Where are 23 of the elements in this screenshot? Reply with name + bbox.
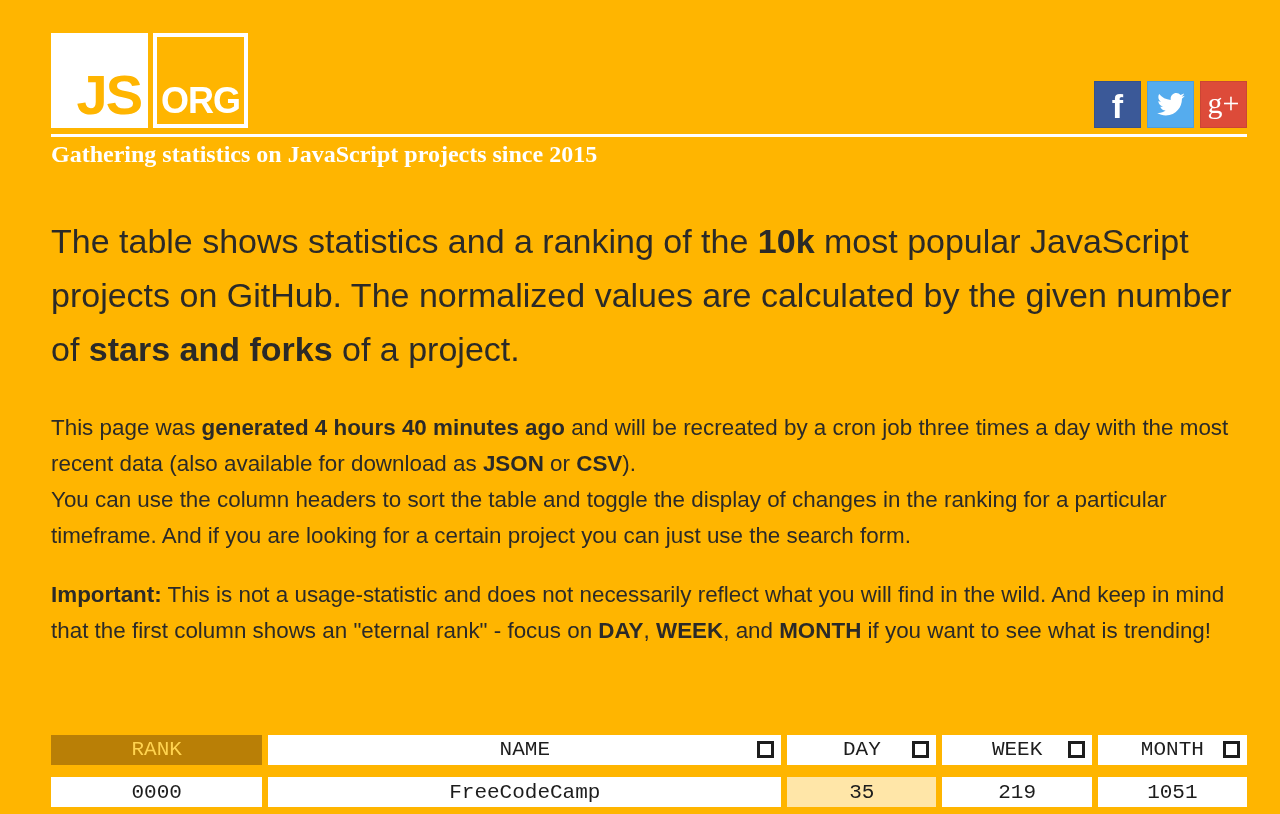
table-cell: 1051 — [1097, 776, 1247, 807]
toggle-checkbox[interactable] — [757, 741, 775, 759]
table-cell: 0000 — [51, 776, 263, 807]
toggle-checkbox[interactable] — [912, 741, 930, 759]
paragraph-text: You can use the column headers to sort the table and toggle the display of changes in the ranking for a particular timeframe. And if you are looking for a certain project you can just use the search form. — [51, 485, 1168, 550]
toggle-checkbox[interactable] — [1067, 741, 1085, 759]
bird-icon — [1156, 93, 1185, 116]
facebook-link[interactable]: f — [1094, 81, 1141, 128]
google-plus-link[interactable]: g+ — [1200, 81, 1247, 128]
tagline: Gathering statistics on JavaScript projects since 2015 — [51, 140, 599, 169]
table-cell: 219 — [942, 776, 1092, 807]
table-cell: FreeCodeCamp — [268, 776, 782, 807]
paragraph-text: This page was generated 4 hours 40 minutes ago and will be recreated by a cron job three times a day with the most recent data (also available for download as JSON or CSV). — [51, 413, 1230, 478]
column-header[interactable]: DAY — [787, 734, 937, 765]
logo-org-block: ORG — [153, 33, 248, 128]
table-cell: 35 — [787, 776, 937, 807]
intro-lead-text: The table shows statistics and a ranking of the 10k most popular JavaScript projects on GitHub. The normalized values are calculated by the given number of stars and forks of a project. — [51, 220, 1233, 370]
paragraph-text: Important: This is not a usage-statistic and does not necessarily reflect what you will find in the wild. And keep in mind that the first column shows an "eternal rank" - focus on DAY, WEEK, and MONTH if you want to see what is trending! — [51, 580, 1226, 645]
column-header[interactable]: NAME — [268, 734, 782, 765]
twitter-link[interactable] — [1147, 81, 1194, 128]
column-header[interactable]: WEEK — [942, 734, 1092, 765]
column-header[interactable]: MONTH — [1097, 734, 1247, 765]
toggle-checkbox[interactable] — [1223, 741, 1240, 759]
